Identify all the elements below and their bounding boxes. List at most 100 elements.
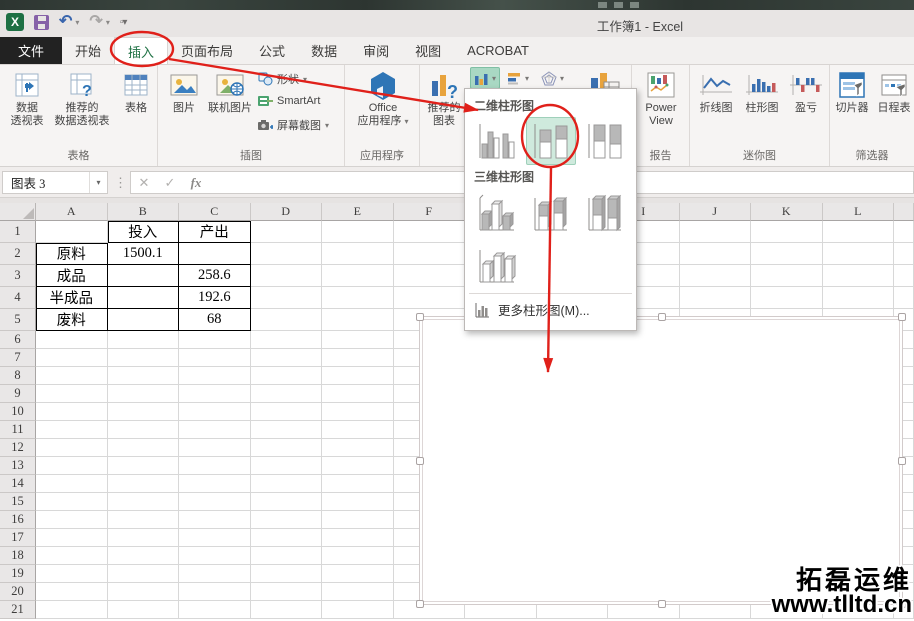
cell-B1[interactable]: 投入 <box>108 221 180 243</box>
cell-A14[interactable] <box>36 475 108 493</box>
sparkline-line-button[interactable]: 折线图 <box>694 68 738 115</box>
cell-D4[interactable] <box>251 287 323 309</box>
row-header-18[interactable]: 18 <box>0 547 36 565</box>
cell-D16[interactable] <box>251 511 323 529</box>
row-header-20[interactable]: 20 <box>0 583 36 601</box>
tab-page-layout[interactable]: 页面布局 <box>168 37 246 64</box>
cell-K1[interactable] <box>751 221 823 243</box>
cell-E15[interactable] <box>322 493 394 511</box>
cell-C20[interactable] <box>179 583 251 601</box>
cell-A13[interactable] <box>36 457 108 475</box>
select-all-corner[interactable] <box>0 203 36 221</box>
cell-C18[interactable] <box>179 547 251 565</box>
cell-E5[interactable] <box>322 309 394 331</box>
cell-A18[interactable] <box>36 547 108 565</box>
cell-D10[interactable] <box>251 403 323 421</box>
cell-E7[interactable] <box>322 349 394 367</box>
undo-icon[interactable]: ↶ <box>59 15 72 29</box>
cell-B6[interactable] <box>108 331 180 349</box>
col-header-A[interactable]: A <box>36 203 108 221</box>
cell-B16[interactable] <box>108 511 180 529</box>
timeline-button[interactable]: 日程表 <box>874 68 914 115</box>
sparkline-column-button[interactable]: 柱形图 <box>740 68 784 115</box>
cell-3[interactable] <box>894 265 914 287</box>
cell-B19[interactable] <box>108 565 180 583</box>
cell-F4[interactable] <box>394 287 466 309</box>
cell-A20[interactable] <box>36 583 108 601</box>
col-header-partial[interactable] <box>894 203 914 221</box>
cell-A5[interactable]: 废料 <box>36 309 108 331</box>
cell-B13[interactable] <box>108 457 180 475</box>
cell-L2[interactable] <box>823 243 895 265</box>
cell-B20[interactable] <box>108 583 180 601</box>
cell-E4[interactable] <box>322 287 394 309</box>
cell-J2[interactable] <box>680 243 752 265</box>
cell-A2[interactable]: 原料 <box>36 243 108 265</box>
cell-C15[interactable] <box>179 493 251 511</box>
cell-C19[interactable] <box>179 565 251 583</box>
cell-E21[interactable] <box>322 601 394 619</box>
cell-D18[interactable] <box>251 547 323 565</box>
cell-K2[interactable] <box>751 243 823 265</box>
cell-F3[interactable] <box>394 265 466 287</box>
menu-item-3d-100-stacked-column[interactable] <box>580 188 630 236</box>
row-header-11[interactable]: 11 <box>0 421 36 439</box>
cell-L1[interactable] <box>823 221 895 243</box>
cell-A8[interactable] <box>36 367 108 385</box>
cell-C12[interactable] <box>179 439 251 457</box>
cell-D13[interactable] <box>251 457 323 475</box>
pictures-button[interactable]: 图片 <box>166 68 202 115</box>
cell-E20[interactable] <box>322 583 394 601</box>
row-header-9[interactable]: 9 <box>0 385 36 403</box>
cell-C16[interactable] <box>179 511 251 529</box>
cell-E19[interactable] <box>322 565 394 583</box>
excel-logo-icon[interactable]: X <box>6 13 24 31</box>
tab-data[interactable]: 数据 <box>298 37 350 64</box>
row-header-3[interactable]: 3 <box>0 265 36 287</box>
row-header-13[interactable]: 13 <box>0 457 36 475</box>
cell-C3[interactable]: 258.6 <box>179 265 251 287</box>
redo-dropdown-icon[interactable]: ▾ <box>106 18 110 27</box>
chart-handle-middle-right[interactable] <box>898 457 906 465</box>
cell-A11[interactable] <box>36 421 108 439</box>
cell-B14[interactable] <box>108 475 180 493</box>
row-header-14[interactable]: 14 <box>0 475 36 493</box>
screenshot-button[interactable]: 屏幕截图▾ <box>258 117 329 133</box>
row-header-4[interactable]: 4 <box>0 287 36 309</box>
tab-file[interactable]: 文件 <box>0 37 62 64</box>
chart-handle-middle-left[interactable] <box>416 457 424 465</box>
cell-B12[interactable] <box>108 439 180 457</box>
cell-F2[interactable] <box>394 243 466 265</box>
cell-C14[interactable] <box>179 475 251 493</box>
col-header-F[interactable]: F <box>394 203 466 221</box>
cell-D6[interactable] <box>251 331 323 349</box>
insert-column-chart-button[interactable]: ▾ <box>470 67 500 89</box>
cell-C21[interactable] <box>179 601 251 619</box>
cell-D12[interactable] <box>251 439 323 457</box>
cell-C9[interactable] <box>179 385 251 403</box>
insert-function-icon[interactable]: fx <box>183 175 209 191</box>
row-header-16[interactable]: 16 <box>0 511 36 529</box>
tab-insert[interactable]: 插入 <box>114 37 168 64</box>
cell-J1[interactable] <box>680 221 752 243</box>
name-box[interactable]: 图表 3 ▾ <box>2 171 108 194</box>
redo-icon[interactable]: ↷ <box>89 15 102 29</box>
undo-dropdown-icon[interactable]: ▾ <box>75 18 79 27</box>
cell-A1[interactable] <box>36 221 108 243</box>
cell-C6[interactable] <box>179 331 251 349</box>
cell-A19[interactable] <box>36 565 108 583</box>
recommended-charts-button[interactable]: ? 推荐的 图表 <box>422 68 466 128</box>
menu-item-clustered-column[interactable] <box>472 117 522 165</box>
smartart-button[interactable]: SmartArt <box>258 94 320 108</box>
tab-review[interactable]: 审阅 <box>350 37 402 64</box>
cell-D3[interactable] <box>251 265 323 287</box>
cell-C7[interactable] <box>179 349 251 367</box>
cell-C2[interactable] <box>179 243 251 265</box>
cell-C8[interactable] <box>179 367 251 385</box>
col-header-C[interactable]: C <box>179 203 251 221</box>
col-header-B[interactable]: B <box>108 203 180 221</box>
cell-L3[interactable] <box>823 265 895 287</box>
cell-E9[interactable] <box>322 385 394 403</box>
cell-E2[interactable] <box>322 243 394 265</box>
col-header-J[interactable]: J <box>680 203 752 221</box>
